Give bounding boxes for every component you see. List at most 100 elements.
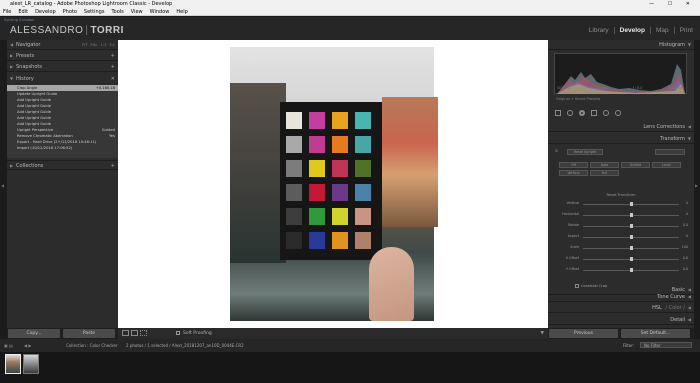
slider-value[interactable]: 0 (686, 234, 688, 238)
checkbox-icon[interactable] (176, 330, 180, 335)
detail-header[interactable]: Detail ◀ (548, 315, 694, 325)
navigator-zoom-options[interactable]: FIT FILL 1:1 3:1 (82, 40, 115, 50)
menu-file[interactable]: File (3, 8, 11, 15)
color-patch (332, 184, 348, 201)
slider-scale[interactable]: Scale 100 (553, 245, 689, 252)
graduated-filter-icon[interactable] (591, 110, 597, 116)
filmstrip-collection[interactable]: Collection : Color Checker (66, 343, 118, 348)
clear-history-icon[interactable]: ✕ (111, 74, 115, 84)
collections-header[interactable]: ▶ Collections + (7, 160, 118, 170)
module-develop[interactable]: Develop (615, 27, 651, 34)
snapshots-header[interactable]: ▶ Snapshots + (7, 62, 118, 72)
transform-header[interactable]: Transform ▼ (548, 134, 694, 144)
history-header[interactable]: ▼ History ✕ (7, 74, 118, 84)
slider-rotate[interactable]: Rotate 0.0 (553, 223, 689, 230)
slider-value[interactable]: 0 (686, 201, 688, 205)
menu-photo[interactable]: Photo (63, 8, 77, 15)
window-controls[interactable]: — ☐ ✕ (649, 0, 696, 8)
upright-guided-button[interactable]: Guided (621, 162, 650, 168)
reset-upright-button[interactable]: Reset Upright (567, 149, 603, 155)
module-library[interactable]: Library (584, 27, 615, 34)
slider-value[interactable]: 100 (682, 245, 688, 249)
copy-button[interactable]: Copy... (8, 329, 60, 338)
color-patch (355, 232, 371, 249)
slider-knob[interactable] (630, 246, 633, 250)
presets-header[interactable]: ▶ Presets + (7, 51, 118, 61)
menu-settings[interactable]: Settings (84, 8, 105, 15)
loupe-view-icon[interactable] (122, 330, 129, 336)
soft-proofing-toggle[interactable]: Soft Proofing (176, 328, 212, 339)
hsl-color-tabs[interactable]: / Color / (665, 305, 685, 311)
tone-curve-header[interactable]: Tone Curve ◀ (548, 292, 694, 302)
spot-removal-icon[interactable] (567, 110, 573, 116)
slider-value[interactable]: 0 (686, 212, 688, 216)
slider-knob[interactable] (630, 224, 633, 228)
navigator-header[interactable]: ◀ Navigator FIT FILL 1:1 3:1 (7, 40, 118, 50)
module-map[interactable]: Map (651, 27, 675, 34)
add-snapshot-icon[interactable]: + (111, 62, 115, 72)
radial-filter-icon[interactable] (603, 110, 609, 116)
sync-status[interactable]: Syncing 4 photos (4, 18, 34, 22)
filmstrip-thumb-2[interactable] (23, 354, 39, 374)
left-panel-toggle-icon[interactable]: ◀ (1, 183, 4, 188)
upright-vertical-button[interactable]: Vertical (559, 170, 588, 176)
transform-body: ⊞ Reset Upright Off Auto Guided Level Vertic… (553, 146, 689, 288)
slider-vertical[interactable]: Vertical 0 (553, 201, 689, 208)
filmstrip-thumb-1[interactable] (5, 354, 21, 374)
history-item[interactable]: Import (10/12/2018 17:06:52) (7, 145, 118, 151)
add-collection-icon[interactable]: + (111, 161, 115, 171)
slider-knob[interactable] (630, 202, 633, 206)
menu-view[interactable]: View (131, 8, 143, 15)
slider-value[interactable]: 0.0 (683, 267, 688, 271)
slider-knob[interactable] (630, 235, 633, 239)
slider-x-offset[interactable]: X Offset 0.0 (553, 256, 689, 263)
hsl-label: HSL (652, 305, 662, 311)
add-preset-icon[interactable]: + (111, 51, 115, 61)
slider-value[interactable]: 0.0 (683, 256, 688, 260)
upright-level-button[interactable]: Level (652, 162, 681, 168)
filmstrip-info[interactable]: 2 photos / 1 selected / Alext_20181207_a… (126, 343, 244, 348)
before-after-split-icon[interactable] (140, 330, 147, 336)
upright-auto-button[interactable]: Auto (590, 162, 619, 168)
red-eye-icon[interactable] (579, 110, 585, 116)
slider-aspect[interactable]: Aspect 0 (553, 234, 689, 241)
upright-full-button[interactable]: Full (590, 170, 619, 176)
menu-tools[interactable]: Tools (111, 8, 123, 15)
menu-help[interactable]: Help (176, 8, 187, 15)
filmstrip-nav-arrows-icon[interactable]: ◀ ▶ (24, 343, 31, 348)
guided-upright-tool-icon[interactable]: ⊞ (555, 149, 558, 153)
view-mode-buttons (122, 330, 147, 336)
slider-knob[interactable] (630, 268, 633, 272)
slider-horizontal[interactable]: Horizontal 0 (553, 212, 689, 219)
slider-y-offset[interactable]: Y Offset 0.0 (553, 267, 689, 274)
slider-knob[interactable] (630, 257, 633, 261)
adjustment-brush-icon[interactable] (615, 110, 621, 116)
window-title: alext_LR_catalog - Adobe Photoshop Light… (10, 1, 173, 7)
crop-tool-icon[interactable] (555, 110, 561, 116)
menu-develop[interactable]: Develop (35, 8, 56, 15)
upright-off-button[interactable]: Off (559, 162, 588, 168)
slider-value[interactable]: 0.0 (683, 223, 688, 227)
filter-select[interactable]: No Filter (640, 342, 692, 348)
upright-toggle[interactable] (655, 149, 685, 155)
right-edge-strip[interactable]: ▶ (694, 40, 700, 339)
hsl-header[interactable]: HSL / Color / ◀ (548, 303, 694, 313)
paste-button[interactable]: Paste (63, 329, 115, 338)
filmstrip-grid-icon[interactable]: ▣ ▤ (4, 343, 13, 348)
toolbar-menu-chevron-icon[interactable]: ▼ (541, 328, 544, 339)
left-edge-strip[interactable]: ◀ (0, 40, 7, 339)
image-canvas[interactable] (118, 40, 548, 328)
soft-proofing-label: Soft Proofing (183, 331, 212, 336)
menu-edit[interactable]: Edit (18, 8, 28, 15)
menu-window[interactable]: Window (150, 8, 170, 15)
module-print[interactable]: Print (675, 27, 693, 34)
right-panel-toggle-icon[interactable]: ▶ (695, 183, 698, 188)
histogram-header[interactable]: Histogram ▼ (548, 40, 694, 50)
identity-last-name: TORRI (90, 25, 124, 36)
slider-knob[interactable] (630, 213, 633, 217)
expand-arrow-icon: ◀ (687, 305, 691, 310)
lens-corrections-header[interactable]: Lens Corrections ◀ (548, 122, 694, 132)
before-after-view-icon[interactable] (131, 330, 138, 336)
previous-button[interactable]: Previous (549, 329, 618, 338)
set-default-button[interactable]: Set Default... (621, 329, 690, 338)
